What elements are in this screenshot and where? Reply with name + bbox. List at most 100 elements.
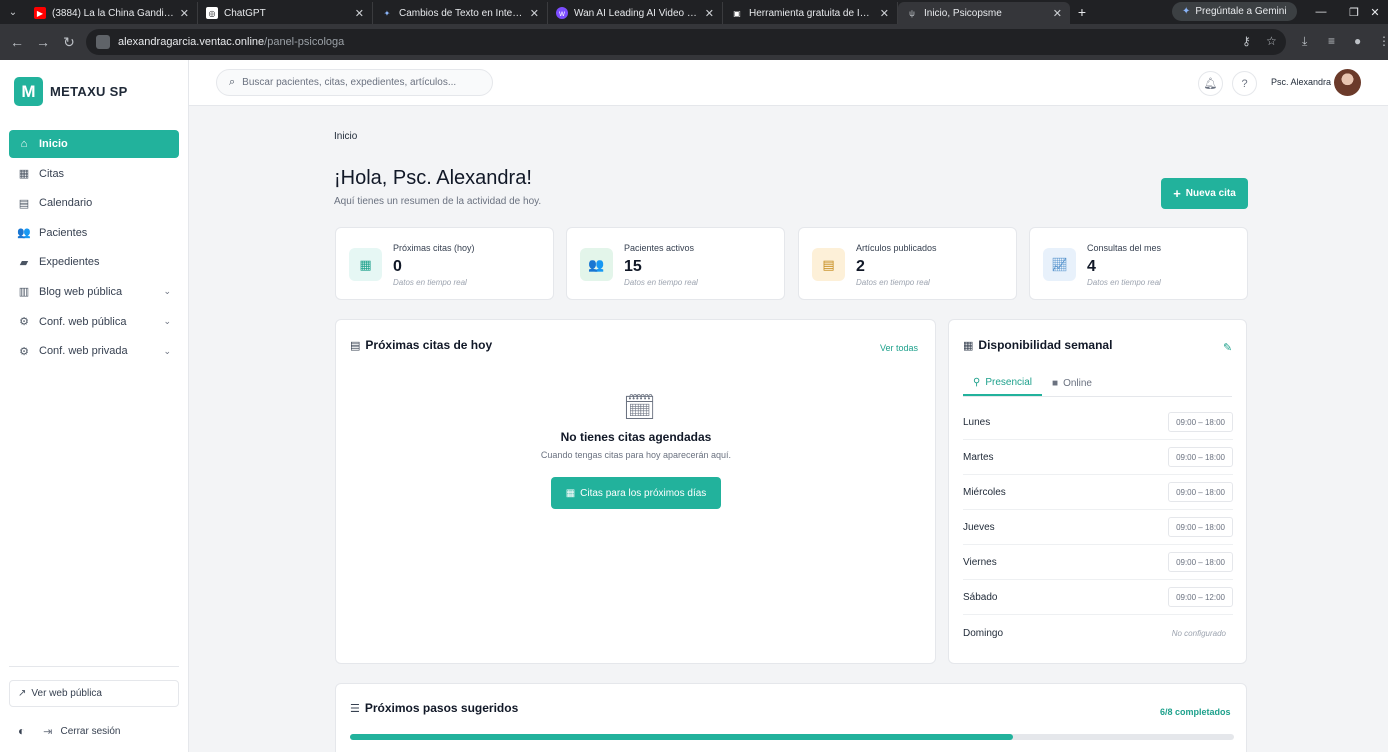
view-public-site-button[interactable]: ↗ Ver web pública [9,680,179,707]
tab-online[interactable]: ■ Online [1042,370,1102,396]
reload-icon[interactable]: ↻ [56,34,82,51]
sidebar-item-label: Expedientes [39,256,100,269]
day-name: Sábado [963,591,998,603]
bookmark-star-icon[interactable]: ☆ [1266,34,1277,48]
browser-menu-icon[interactable]: ⋮ [1378,34,1388,48]
tab-title: Herramienta gratuita de IA A [749,7,874,19]
close-window-icon[interactable]: ✕ [1362,0,1388,24]
tab-title: Inicio, Psicopsme [924,7,1002,19]
stat-note: Datos en tiempo real [393,278,467,287]
close-icon[interactable]: ✕ [705,7,714,20]
download-icon[interactable]: ⤓ [1302,34,1307,49]
browser-tab[interactable]: w Wan AI Leading AI Video Gene ✕ [548,2,723,24]
bell-icon[interactable]: 🔔︎ [1198,71,1223,96]
tab-presencial[interactable]: ⚲ Presencial [963,370,1043,396]
browser-tab[interactable]: ✦ Cambios de Texto en Interfaz W ✕ [373,2,548,24]
next-steps-card: ☰ Próximos pasos sugeridos 6/8 completad… [335,683,1247,752]
site-info-icon[interactable] [96,35,110,49]
stat-label: Próximas citas (hoy) [393,243,475,253]
media-control-icon[interactable]: ≡ [1328,34,1335,48]
stat-note: Datos en tiempo real [856,278,930,287]
star-icon: ✦ [383,8,391,18]
sidebar-item-expedientes[interactable]: ▰ Expedientes [9,248,179,276]
upcoming-appointments-card: ▤ Próximas citas de hoy Ver todas 🗓︎ No … [335,319,936,664]
users-icon: 👥 [17,227,31,240]
sidebar-item-pacientes[interactable]: 👥 Pacientes [9,219,179,247]
sidebar-item-label: Conf. web privada [39,345,128,358]
stat-label: Artículos publicados [856,243,937,253]
external-link-icon: ↗ [18,688,27,699]
calendar-icon: ▦ [565,487,576,499]
sidebar-item-calendario[interactable]: ▤ Calendario [9,189,179,217]
gemini-icon: ✦ [1182,6,1191,17]
availability-tabs: ⚲ Presencial ■ Online [963,370,1102,396]
brand-logo: M [14,77,43,106]
close-icon[interactable]: ✕ [355,7,364,20]
new-appointment-button[interactable]: + Nueva cita [1161,178,1248,209]
completed-count: 6/8 completados [1160,707,1231,717]
stat-card-active-patients: 👥 Pacientes activos 15 Datos en tiempo r… [566,227,785,300]
tab-label: Presencial [985,376,1033,388]
tab-search-chevron-icon[interactable]: ⌄ [0,0,26,24]
back-icon[interactable]: ← [4,34,30,50]
gemini-label: Pregúntale a Gemini [1195,6,1287,17]
tab-label: Online [1063,377,1092,389]
help-icon[interactable]: ? [1232,71,1257,96]
tabs-divider [963,396,1232,397]
close-icon[interactable]: ✕ [1053,7,1062,20]
calendar-icon: ▤ [18,197,30,210]
day-name: Martes [963,451,994,463]
day-name: Lunes [963,416,991,428]
logout-button[interactable]: ◐ ⇥ Cerrar sesión [18,724,121,738]
progress-bar [350,734,1234,740]
day-hours: 09:00 – 18:00 [1168,552,1233,572]
sidebar-item-label: Pacientes [39,226,88,239]
sidebar-item-inicio[interactable]: ⌂ Inicio [9,130,179,158]
day-name: Jueves [963,521,995,533]
logout-label: Cerrar sesión [60,725,121,737]
minimize-icon[interactable]: — [1304,0,1338,24]
sidebar-item-label: Blog web pública [39,285,123,298]
browser-tab-bar: ⌄ ▶ (3884) La la China Gandi TODO ✕ ◎ Ch… [0,0,1388,24]
gemini-button[interactable]: ✦ Pregúntale a Gemini [1172,2,1297,21]
day-hours: 09:00 – 18:00 [1168,447,1233,467]
forward-icon[interactable]: → [30,34,56,50]
browser-tab[interactable]: ◎ ChatGPT ✕ [198,2,373,24]
user-name[interactable]: Psc. Alexandra [1271,77,1331,87]
profile-icon[interactable]: ● [1354,34,1361,48]
password-key-icon[interactable]: ⚷ [1242,34,1251,48]
card-title: ▤ Próximas citas de hoy [350,338,492,352]
browser-tab-active[interactable]: ψ Inicio, Psicopsme ✕ [898,2,1070,24]
stat-note: Datos en tiempo real [1087,278,1161,287]
sidebar-item-conf-publica[interactable]: ⚙ Conf. web pública ⌄ [9,308,179,336]
search-input[interactable]: ⌕ Buscar pacientes, citas, expedientes, … [216,69,493,96]
sidebar-item-conf-privada[interactable]: ⚙ Conf. web privada ⌄ [9,337,179,365]
brand[interactable]: M METAXU SP [14,77,128,106]
gear-icon: ⚙ [19,316,29,329]
day-hours: 09:00 – 18:00 [1168,412,1233,432]
avatar[interactable] [1334,69,1361,96]
sidebar-item-citas[interactable]: ▦ Citas [9,160,179,188]
browser-tab[interactable]: ▣ Herramienta gratuita de IA A ✕ [723,2,898,24]
address-bar[interactable]: alexandragarcia.ventac.online/panel-psic… [86,29,1286,55]
close-icon[interactable]: ✕ [530,7,539,20]
brand-name: METAXU SP [50,84,128,99]
new-tab-button[interactable]: + [1070,4,1094,20]
film-icon: ▣ [733,8,741,18]
location-pin-icon: ⚲ [973,376,981,388]
day-name: Domingo [963,628,1004,639]
stat-note: Datos en tiempo real [624,278,698,287]
close-icon[interactable]: ✕ [180,7,189,20]
theme-toggle-icon[interactable]: ◐ [18,724,25,738]
day-name: Miércoles [963,486,1006,498]
card-title-label: Próximos pasos sugeridos [364,701,519,715]
see-all-link[interactable]: Ver todas [880,343,918,353]
view-public-label: Ver web pública [31,688,102,699]
sidebar-item-blog[interactable]: ▥ Blog web pública ⌄ [9,278,179,306]
browser-tab[interactable]: ▶ (3884) La la China Gandi TODO ✕ [26,2,198,24]
close-icon[interactable]: ✕ [880,7,889,20]
next-days-button[interactable]: ▦ Citas para los próximos días [551,477,721,509]
availability-row: Viernes 09:00 – 18:00 [963,545,1233,580]
card-title: ▦ Disponibilidad semanal [963,338,1112,352]
edit-icon[interactable]: ✎ [1223,341,1232,354]
